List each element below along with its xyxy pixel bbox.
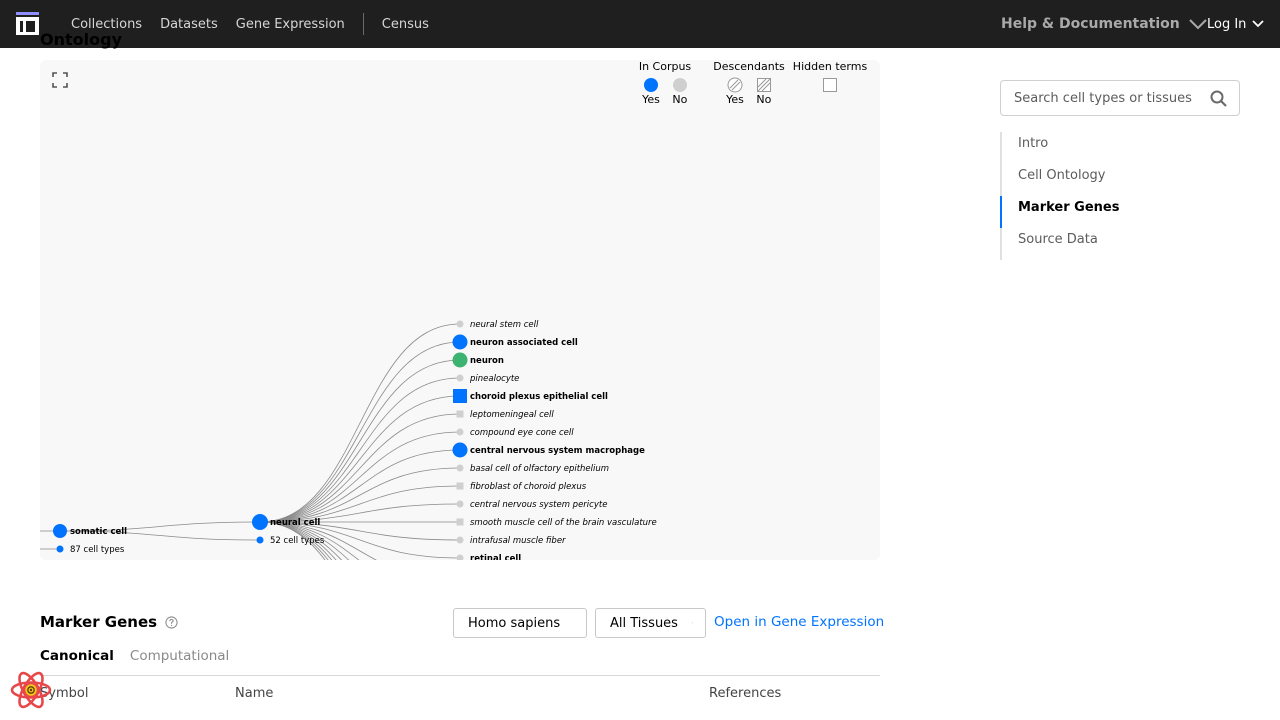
nav-link-datasets[interactable]: Datasets [160,17,218,32]
tab-computational[interactable]: Computational [130,648,229,675]
toc-item-intro[interactable]: Intro [1000,132,1240,164]
node-label-neuron-associated-cell[interactable]: neuron associated cell [470,338,578,348]
node-label-somatic-cell[interactable]: somatic cell [70,527,127,537]
node-basal-cell-of-olfactory-epithelium[interactable] [456,464,464,472]
cellxgene-logo-icon[interactable] [16,12,39,35]
node-neural-stem-cell[interactable] [456,320,464,328]
node-label-compound-eye-cone-cell[interactable]: compound eye cone cell [470,428,574,438]
node-smooth-muscle-cell-of-the-brain-vasculature[interactable] [456,518,464,526]
node-intrafusal-muscle-fiber[interactable] [456,536,464,544]
open-in-gene-expression-link[interactable]: Open in Gene Expression [714,614,884,630]
top-navigation-bar: Collections Datasets Gene Expression Cen… [0,0,1280,48]
node-label-smooth-muscle-cell-of-the-brain-vasculature[interactable]: smooth muscle cell of the brain vasculat… [470,518,657,528]
node-central-nervous-system-pericyte[interactable] [456,500,464,508]
cell-type-search[interactable] [1000,80,1240,116]
search-icon[interactable] [1209,89,1229,109]
react-devtools-icon[interactable] [10,669,52,711]
nav-divider [362,13,364,35]
node-label-fibroblast-of-choroid-plexus[interactable]: fibroblast of choroid plexus [470,482,587,492]
column-header-name[interactable]: Name [235,686,273,701]
node-leptomeningeal-cell[interactable] [456,410,464,418]
help-circle-icon[interactable] [165,615,178,629]
node-somatic-cell-collapsed[interactable] [56,545,64,553]
node-label-neuron[interactable]: neuron [470,356,504,366]
node-compound-eye-cone-cell[interactable] [456,428,464,436]
node-label-neural-cell[interactable]: neural cell [270,518,320,528]
toc-item-source-data[interactable]: Source Data [1000,228,1240,260]
nav-links: Collections Datasets Gene Expression Cen… [71,0,447,48]
column-header-references[interactable]: References [709,686,781,701]
search-input[interactable] [1014,90,1204,106]
node-pinealocyte[interactable] [456,374,464,382]
marker-genes-title: Marker Genes [40,613,158,631]
nav-link-gene-expression[interactable]: Gene Expression [236,17,345,32]
node-label-central-nervous-system-macrophage[interactable]: central nervous system macrophage [470,446,645,456]
chevron-down-icon [1189,19,1207,30]
node-central-nervous-system-macrophage[interactable] [452,442,468,458]
caret-down-icon [691,622,693,624]
node-neuron-associated-cell[interactable] [452,334,468,350]
node-fibroblast-of-choroid-plexus[interactable] [456,482,464,490]
node-count-neural-cell[interactable]: 52 cell types [270,536,325,546]
node-label-basal-cell-of-olfactory-epithelium[interactable]: basal cell of olfactory epithelium [470,464,609,474]
marker-genes-tabs: Canonical Computational [40,648,880,676]
node-retinal-cell[interactable] [456,554,464,561]
species-dropdown[interactable]: Homo sapiens [453,608,587,638]
node-label-leptomeningeal-cell[interactable]: leptomeningeal cell [470,410,554,420]
cell-ontology-heading: Ontology [40,30,122,49]
help-documentation-label: Help & Documentation [1001,16,1180,32]
node-neuron[interactable] [452,352,468,368]
login-menu[interactable]: Log In [1207,0,1265,48]
toc-item-marker-genes[interactable]: Marker Genes [1000,196,1240,228]
help-documentation-menu[interactable]: Help & Documentation [1001,0,1208,48]
node-label-intrafusal-muscle-fiber[interactable]: intrafusal muscle fiber [470,536,566,546]
chevron-down-icon [1252,20,1265,28]
marker-genes-heading: Marker Genes [40,613,178,631]
toc-item-cell-ontology[interactable]: Cell Ontology [1000,164,1240,196]
tissues-dropdown[interactable]: All Tissues [595,608,706,638]
node-label-choroid-plexus-epithelial-cell[interactable]: choroid plexus epithelial cell [470,392,608,402]
nav-link-census[interactable]: Census [382,17,429,32]
node-label-pinealocyte[interactable]: pinealocyte [469,374,519,384]
node-label-central-nervous-system-pericyte[interactable]: central nervous system pericyte [470,500,607,510]
node-label-retinal-cell[interactable]: retinal cell [470,554,521,560]
node-somatic-cell[interactable] [53,524,67,538]
ontology-panel[interactable]: In Corpus Yes No Descendants Yes No Hidd… [40,60,880,560]
node-choroid-plexus-epithelial-cell[interactable] [453,389,467,403]
node-label-neural-stem-cell[interactable]: neural stem cell [470,320,539,330]
table-of-contents: Intro Cell Ontology Marker Genes Source … [1000,132,1240,260]
species-dropdown-value: Homo sapiens [468,615,561,631]
ontology-tree[interactable]: somatic cell 87 cell types neural cell 52 c… [40,60,880,560]
tissues-dropdown-value: All Tissues [610,615,678,631]
node-neural-cell-collapsed[interactable] [256,536,264,544]
node-count-somatic-cell[interactable]: 87 cell types [70,545,125,555]
node-neural-cell[interactable] [252,514,268,530]
login-label: Log In [1207,16,1247,32]
